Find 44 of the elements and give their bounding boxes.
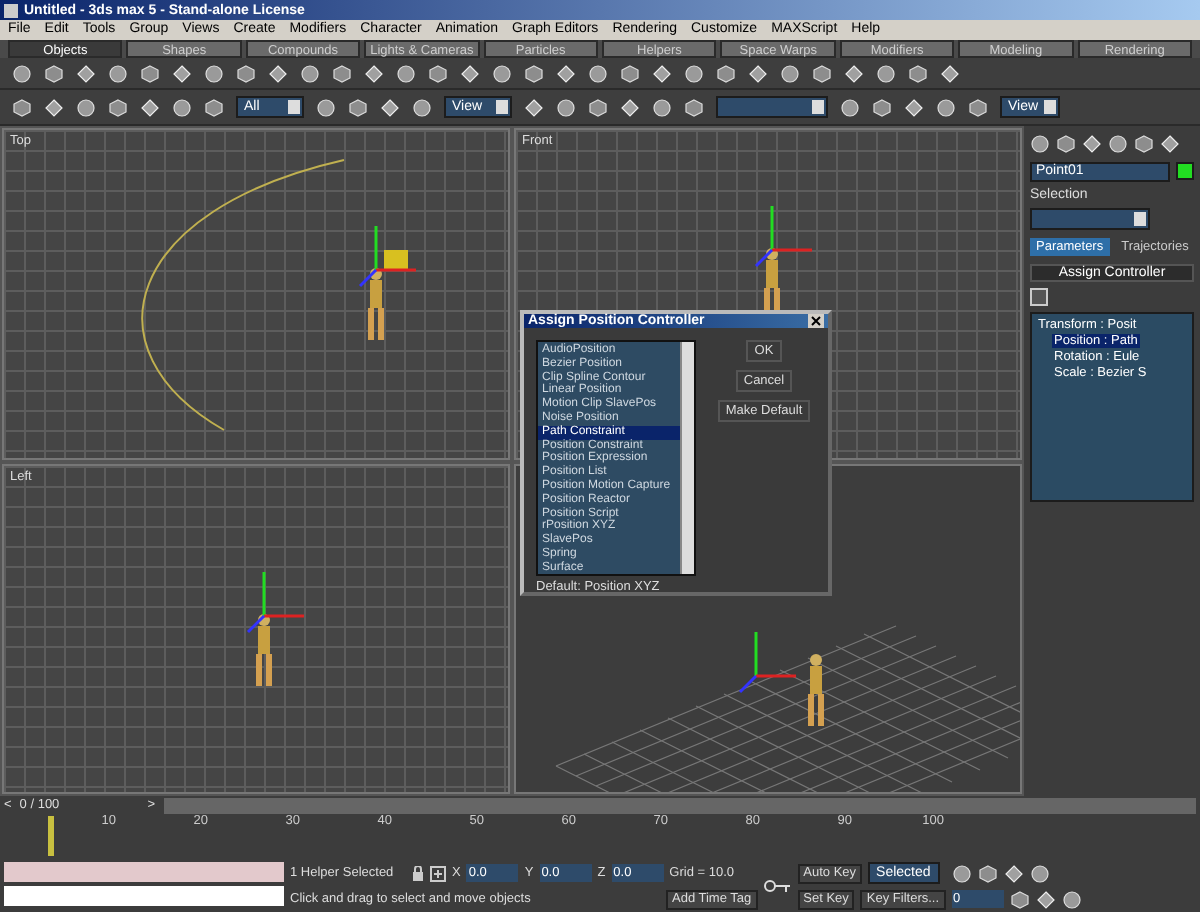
sphere-icon[interactable]	[936, 97, 956, 117]
diamond-icon[interactable]	[1082, 133, 1102, 153]
key-icon[interactable]	[763, 878, 792, 894]
axis-gizmo-icon	[754, 206, 812, 268]
sphere-icon[interactable]	[1061, 889, 1082, 909]
diamond-icon[interactable]	[1035, 889, 1056, 909]
time-slider-track[interactable]	[163, 797, 1196, 813]
character-rig-drawing	[368, 268, 384, 340]
sphere-icon[interactable]	[1029, 863, 1050, 883]
sphere-icon[interactable]	[492, 63, 512, 83]
assign-controller-icon[interactable]	[1030, 288, 1048, 306]
axis-gizmo-icon	[738, 631, 796, 693]
current-frame-marker-icon	[48, 816, 54, 856]
character-rig-drawing	[256, 613, 272, 685]
object-color-swatch[interactable]	[1176, 162, 1194, 180]
cube-icon[interactable]	[1056, 133, 1076, 153]
script-listener-field[interactable]	[4, 862, 284, 882]
point-helper-drawing	[384, 250, 408, 270]
cube-icon[interactable]	[1134, 133, 1154, 153]
scrollbar[interactable]	[680, 342, 694, 574]
sphere-icon[interactable]	[1030, 133, 1050, 153]
selection-set-dropdown[interactable]	[716, 96, 828, 118]
cube-icon[interactable]	[968, 97, 988, 117]
diamond-icon[interactable]	[460, 63, 480, 83]
diamond-icon[interactable]	[844, 63, 864, 83]
character-rig-drawing	[808, 653, 824, 725]
absolute-mode-icon[interactable]	[430, 865, 446, 881]
diamond-icon[interactable]	[748, 63, 768, 83]
axis-gizmo-icon	[358, 226, 416, 288]
lock-icon[interactable]	[412, 865, 424, 881]
cube-icon[interactable]	[428, 63, 448, 83]
sphere-icon[interactable]	[780, 63, 800, 83]
cube-icon[interactable]	[812, 63, 832, 83]
sphere-icon[interactable]	[12, 63, 32, 83]
sphere-icon[interactable]	[1108, 133, 1128, 153]
script-output-field[interactable]	[4, 886, 284, 906]
sphere-icon[interactable]	[951, 863, 972, 883]
diamond-icon[interactable]	[268, 63, 288, 83]
diamond-icon[interactable]	[1160, 133, 1180, 153]
selection-dropdown[interactable]	[1030, 208, 1150, 230]
cube-icon[interactable]	[1009, 889, 1030, 909]
axis-gizmo-icon	[246, 571, 304, 633]
cube-icon[interactable]	[524, 63, 544, 83]
close-icon[interactable]	[808, 314, 824, 328]
